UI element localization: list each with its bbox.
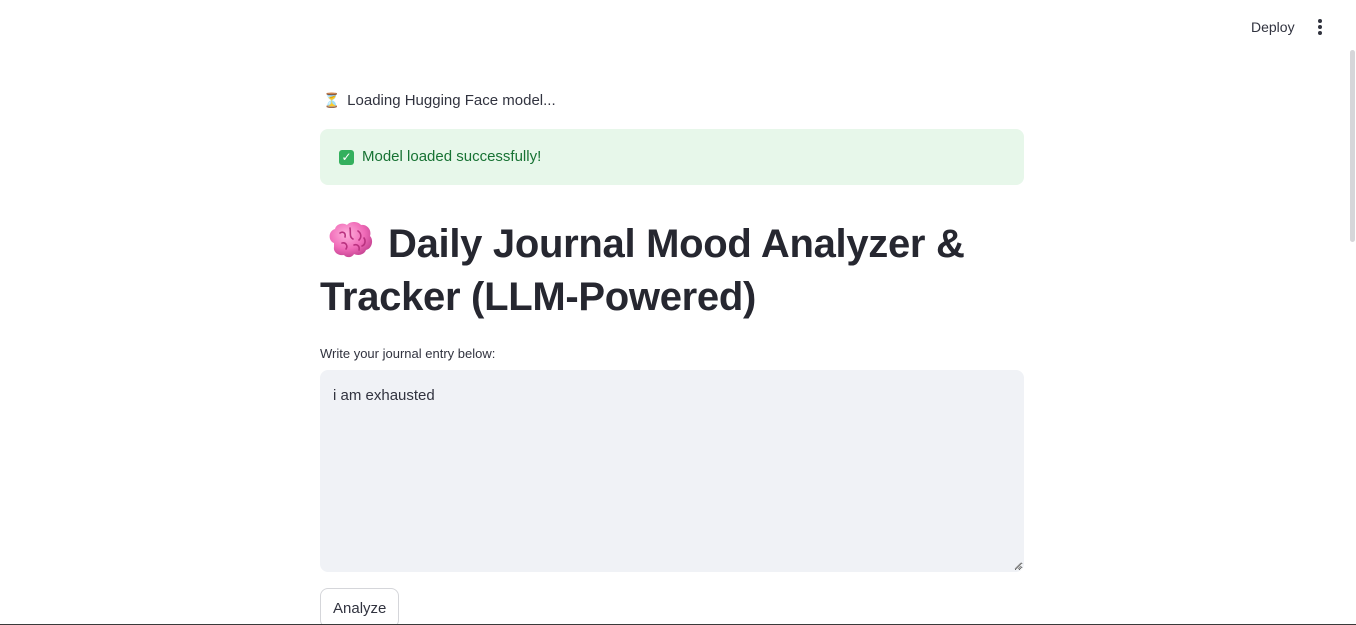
- header-toolbar: Deploy: [0, 0, 1356, 54]
- deploy-button[interactable]: Deploy: [1241, 16, 1305, 38]
- page-title-text: Daily Journal Mood Analyzer & Tracker (L…: [320, 222, 965, 319]
- analyze-button[interactable]: Analyze: [320, 588, 400, 625]
- brain-icon: [326, 221, 374, 261]
- loading-status: ⏳ Loading Hugging Face model...: [320, 89, 556, 111]
- more-vertical-icon[interactable]: [1310, 17, 1330, 37]
- menu-dot: [1318, 19, 1322, 23]
- hourglass-icon: ⏳: [323, 92, 341, 108]
- menu-dot: [1318, 25, 1322, 29]
- brain-icon-graphic: [329, 222, 373, 258]
- success-message: Model loaded successfully!: [362, 148, 542, 165]
- resize-grip-icon[interactable]: [1014, 562, 1022, 570]
- success-alert: ✓ Model loaded successfully!: [320, 129, 1024, 185]
- scrollbar-thumb[interactable]: [1350, 50, 1355, 242]
- loading-text: Loading Hugging Face model...: [347, 92, 556, 109]
- journal-entry-label: Write your journal entry below:: [320, 346, 496, 361]
- menu-dot: [1318, 31, 1322, 35]
- check-mark-icon: ✓: [339, 150, 354, 165]
- page-title: Daily Journal Mood Analyzer & Tracker (L…: [320, 218, 1024, 324]
- scrollbar[interactable]: [1348, 0, 1356, 625]
- journal-entry-textarea[interactable]: i am exhausted: [320, 370, 1024, 572]
- app-root: Deploy ⏳ Loading Hugging Face model... ✓…: [0, 0, 1356, 625]
